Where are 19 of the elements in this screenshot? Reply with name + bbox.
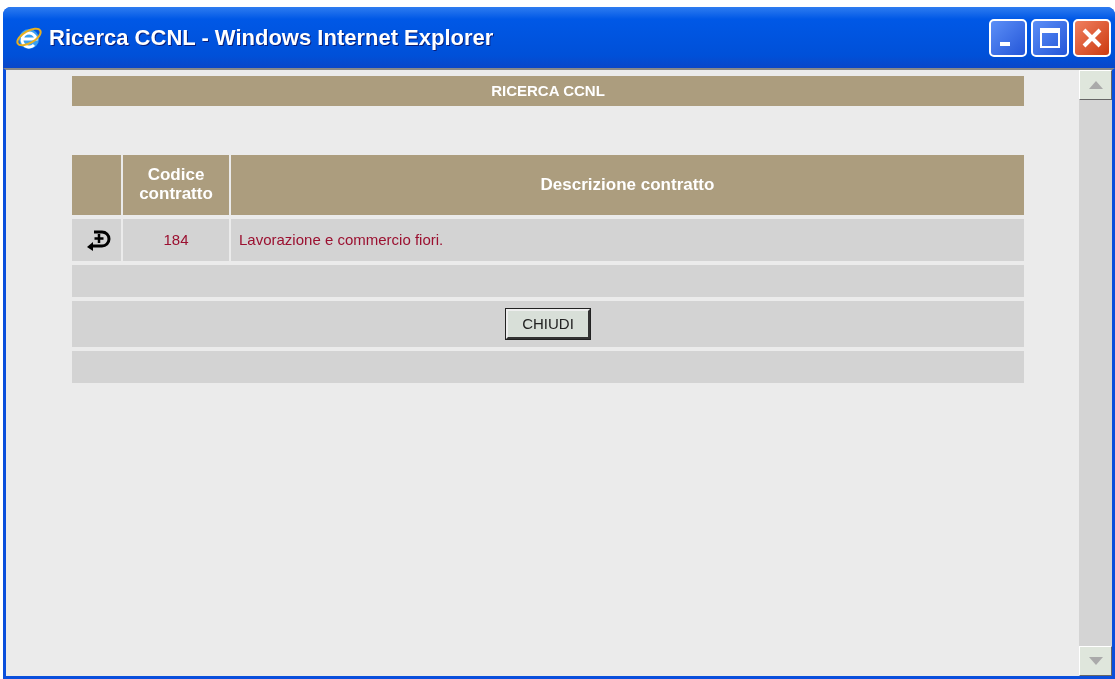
contract-code: 184 <box>163 229 189 250</box>
contract-description: Lavorazione e commercio fiori. <box>239 229 444 250</box>
scroll-up-button[interactable] <box>1079 70 1112 100</box>
close-icon <box>1081 26 1103 49</box>
down-arrow-icon <box>1088 657 1103 665</box>
header-cell <box>72 155 121 215</box>
scrollbar[interactable] <box>1079 70 1112 676</box>
close-dialog-button[interactable]: CHIUDI <box>506 308 590 340</box>
panel-title: RICERCA CCNL <box>72 76 1024 106</box>
column-header: Codice contratto <box>138 166 214 204</box>
minimize-icon <box>1000 41 1010 46</box>
maximize-icon <box>1039 26 1061 49</box>
column-header: Descrizione contratto <box>540 175 715 195</box>
window-title: Ricerca CCNL - Windows Internet Explorer <box>49 24 495 52</box>
scroll-down-button[interactable] <box>1079 646 1112 676</box>
close-button[interactable] <box>1073 18 1111 57</box>
maximize-button[interactable] <box>1031 18 1069 57</box>
up-arrow-icon <box>1088 81 1103 89</box>
minimize-button[interactable] <box>989 18 1027 57</box>
